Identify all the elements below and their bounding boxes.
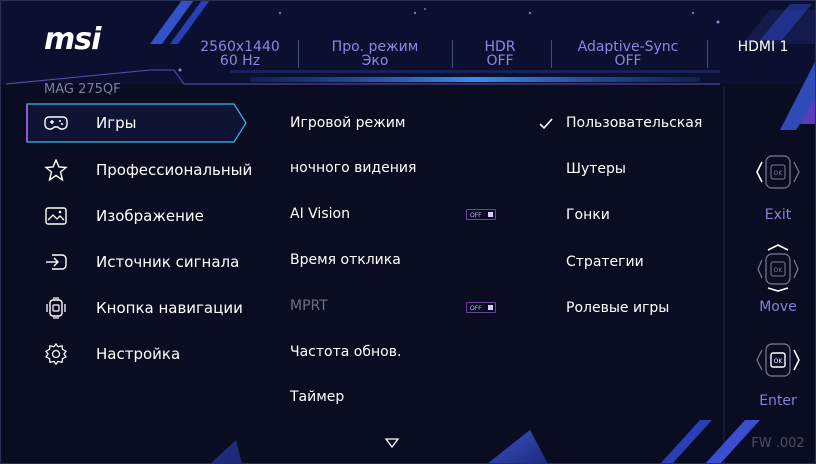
submenu-response-time[interactable]: Время отклика	[290, 252, 401, 268]
move-label: Move	[759, 299, 797, 315]
menu-item-games[interactable]: Игры	[26, 103, 247, 143]
status-adaptive-sync: Adaptive-Sync OFF	[577, 39, 679, 69]
menu-item-label: Кнопка навигации	[96, 299, 243, 317]
status-pro-mode: Про. режим Эко	[331, 39, 419, 69]
exit-label: Exit	[764, 207, 792, 223]
status-input-source: HDMI 1	[737, 39, 789, 55]
option-racing[interactable]: Гонки	[566, 207, 610, 223]
star-icon	[44, 159, 68, 181]
menu-item-professional[interactable]: Профессиональный	[26, 150, 252, 190]
menu-item-label: Профессиональный	[96, 161, 253, 179]
ok-text: OK	[774, 170, 784, 177]
submenu-timer[interactable]: Таймер	[290, 389, 344, 405]
enter-label: Enter	[759, 393, 797, 409]
option-fps[interactable]: Шутеры	[566, 161, 626, 177]
menu-item-input-source[interactable]: Источник сигнала	[26, 242, 241, 282]
msi-logo: msi	[44, 22, 101, 57]
submenu-mprt: MPRT	[290, 298, 328, 314]
menu-item-settings[interactable]: Настройка	[26, 334, 241, 374]
menu-item-navigation-key[interactable]: Кнопка навигации	[26, 288, 243, 328]
header-divider	[551, 40, 552, 68]
menu-item-label: Игры	[96, 114, 137, 132]
menu-item-image[interactable]: Изображение	[26, 196, 241, 236]
menu-item-label: Изображение	[96, 207, 204, 225]
option-rpg[interactable]: Ролевые игры	[566, 300, 669, 316]
settings-gear-icon	[45, 343, 67, 365]
image-icon	[45, 207, 67, 225]
mprt-off-toggle: OFF	[466, 302, 496, 313]
header-divider	[707, 40, 708, 68]
option-rts[interactable]: Стратегии	[566, 254, 644, 270]
triangle-down-icon[interactable]	[384, 437, 400, 449]
ok-text: OK	[774, 358, 784, 365]
navigation-key-icon	[46, 297, 66, 319]
header-divider	[298, 40, 299, 68]
ai-vision-off-toggle[interactable]: OFF	[466, 209, 496, 220]
monitor-osd: msi MAG 275QF 2560x1440 60 Hz Про. режим…	[0, 0, 816, 464]
header-divider	[452, 40, 453, 68]
nav-key-updown-icon: OK	[757, 244, 799, 292]
firmware-version: FW .002	[751, 436, 805, 451]
status-resolution: 2560x1440 60 Hz	[200, 39, 280, 69]
submenu-game-mode[interactable]: Игровой режим	[290, 115, 405, 131]
input-source-icon	[46, 254, 67, 270]
submenu-ai-vision[interactable]: AI Vision	[290, 206, 350, 222]
check-icon	[539, 118, 553, 130]
submenu-night-vision[interactable]: ночного видения	[290, 160, 416, 176]
menu-item-label: Настройка	[96, 345, 181, 363]
gamepad-icon	[44, 116, 68, 130]
submenu-refresh-rate[interactable]: Частота обнов.	[290, 344, 401, 360]
menu-item-label: Источник сигнала	[96, 253, 240, 271]
nav-key-left-icon: OK	[756, 155, 800, 189]
status-hdr: HDR OFF	[484, 39, 516, 69]
model-name: MAG 275QF	[44, 82, 121, 97]
option-user[interactable]: Пользовательская	[566, 115, 702, 131]
nav-key-ok-icon: OK	[756, 343, 800, 377]
ok-text: OK	[774, 267, 784, 274]
